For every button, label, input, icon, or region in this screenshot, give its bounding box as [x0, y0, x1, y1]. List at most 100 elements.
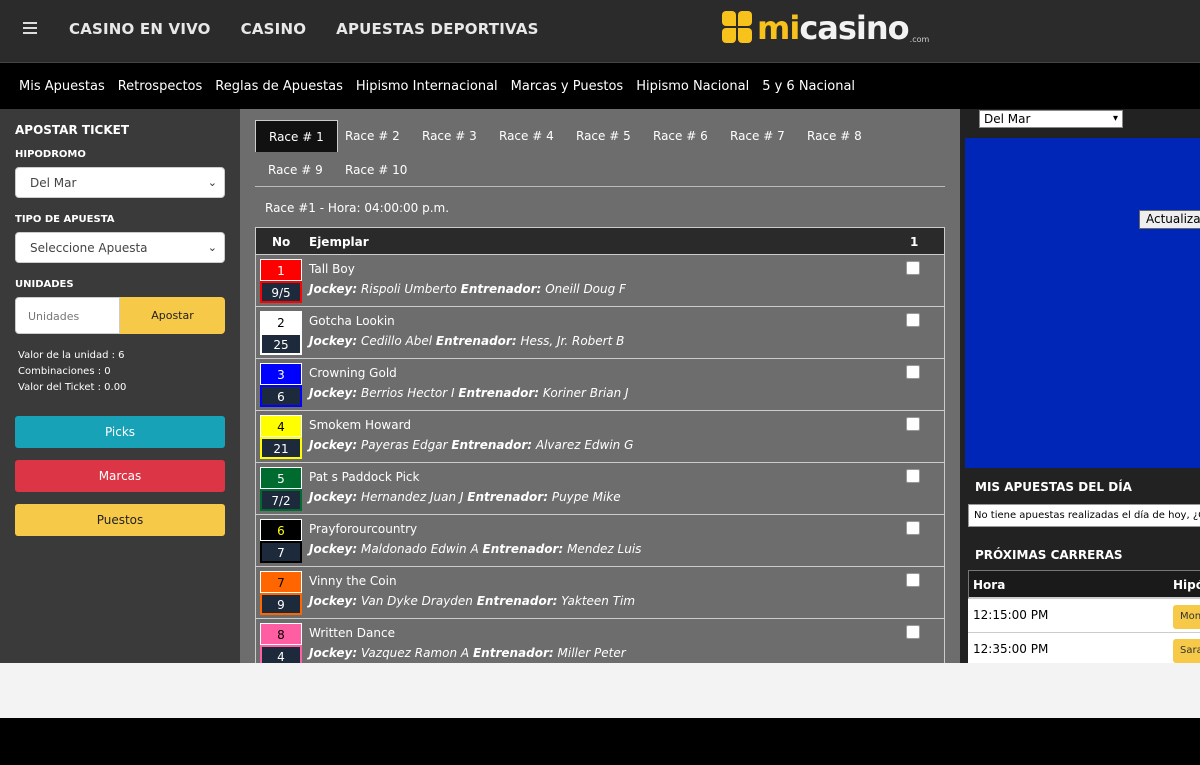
subnav-5y6-nacional[interactable]: 5 y 6 Nacional: [762, 79, 855, 94]
trainer-name: Oneill Doug F: [545, 282, 626, 296]
tipo-label: TIPO DE APUESTA: [15, 214, 115, 225]
proximas-table: Hora Hipó 12:15:00 PM Mon 12:35:00 PM Sa…: [968, 570, 1200, 663]
menu-icon[interactable]: [23, 22, 37, 34]
nav-casino-en-vivo[interactable]: CASINO EN VIVO: [69, 20, 211, 38]
table-row: 5 7/2 Pat s Paddock Pick Jockey: Hernandez …: [256, 463, 944, 515]
jockey-trainer: Jockey: Rispoli Umberto Entrenador: Onei…: [309, 282, 626, 296]
proximas-header: Hora Hipó: [968, 570, 1200, 599]
nav-casino[interactable]: CASINO: [241, 20, 307, 38]
select-checkbox[interactable]: [906, 625, 920, 639]
apostar-button[interactable]: Apostar: [120, 297, 225, 334]
video-hipodromo-select[interactable]: Del Mar ▾: [979, 110, 1123, 128]
nav-apuestas-deportivas[interactable]: APUESTAS DEPORTIVAS: [336, 20, 538, 38]
proxima-track-button[interactable]: Sara: [1173, 639, 1200, 663]
jockey-trainer: Jockey: Berrios Hector I Entrenador: Kor…: [309, 386, 629, 400]
puestos-button[interactable]: Puestos: [15, 504, 225, 536]
jockey-label: Jockey:: [309, 334, 358, 348]
trainer-label: Entrenador:: [460, 282, 542, 296]
tab-race-1[interactable]: Race # 1: [255, 120, 338, 152]
tab-race-5[interactable]: Race # 5: [563, 120, 644, 152]
trainer-name: Yakteen Tim: [561, 594, 636, 608]
jockey-trainer: Jockey: Maldonado Edwin A Entrenador: Me…: [309, 542, 641, 556]
subnav-mis-apuestas[interactable]: Mis Apuestas: [19, 79, 105, 94]
jockey-name: Van Dyke Drayden: [360, 594, 473, 608]
hipodromo-value: Del Mar: [30, 176, 77, 190]
valor-unidad: Valor de la unidad : 6: [18, 350, 125, 361]
jockey-label: Jockey:: [309, 646, 358, 660]
select-checkbox[interactable]: [906, 521, 920, 535]
tab-race-10[interactable]: Race # 10: [332, 154, 420, 186]
subnav-reglas[interactable]: Reglas de Apuestas: [215, 79, 343, 94]
proxima-track-button[interactable]: Mon: [1173, 605, 1200, 629]
top-nav: CASINO EN VIVO CASINO APUESTAS DEPORTIVA…: [69, 20, 539, 38]
tab-race-7[interactable]: Race # 7: [717, 120, 798, 152]
select-checkbox[interactable]: [906, 573, 920, 587]
chevron-down-icon: ⌄: [207, 176, 217, 189]
actualizar-button[interactable]: Actualizar: [1139, 210, 1200, 229]
hipodromo-select[interactable]: Del Mar ⌄: [15, 167, 225, 198]
program-number: 79: [260, 571, 302, 615]
saddle-number: 6: [260, 519, 302, 541]
col-hora: Hora: [973, 578, 1006, 592]
jockey-label: Jockey:: [309, 490, 358, 504]
saddle-number: 2: [260, 311, 302, 333]
tab-race-4[interactable]: Race # 4: [486, 120, 567, 152]
program-number: 2 25: [260, 311, 302, 355]
select-checkbox[interactable]: [906, 365, 920, 379]
saddle-number: 4: [260, 415, 302, 437]
select-checkbox[interactable]: [906, 261, 920, 275]
subnav-retrospectos[interactable]: Retrospectos: [118, 79, 203, 94]
select-checkbox[interactable]: [906, 469, 920, 483]
trainer-name: Miller Peter: [557, 646, 626, 660]
jockey-label: Jockey:: [309, 542, 358, 556]
chevron-down-icon: ▾: [1112, 113, 1118, 124]
jockey-name: Rispoli Umberto: [360, 282, 457, 296]
sub-nav: Mis Apuestas Retrospectos Reglas de Apue…: [0, 64, 1200, 109]
jockey-label: Jockey:: [309, 282, 358, 296]
program-number: 36: [260, 363, 302, 407]
trainer-label: Entrenador:: [482, 542, 564, 556]
subnav-marcas-puestos[interactable]: Marcas y Puestos: [511, 79, 624, 94]
horse-name: Written Dance: [309, 626, 395, 640]
tipo-apuesta-select[interactable]: Seleccione Apuesta ⌄: [15, 232, 225, 263]
jockey-name: Cedillo Abel: [360, 334, 433, 348]
odds: 6: [260, 385, 302, 407]
mis-apuestas-message: No tiene apuestas realizadas el día de h…: [968, 504, 1200, 527]
tab-race-3[interactable]: Race # 3: [409, 120, 490, 152]
picks-button[interactable]: Picks: [15, 416, 225, 448]
table-row: 6 7 Prayforourcountry Jockey: Maldonado Edw…: [256, 515, 944, 567]
table-row: 3 6 Crowning Gold Jockey: Berrios Hector I …: [256, 359, 944, 411]
jockey-trainer: Jockey: Vazquez Ramon A Entrenador: Mill…: [309, 646, 626, 660]
tab-race-8[interactable]: Race # 8: [794, 120, 875, 152]
table-row: 2 25 Gotcha Lookin Jockey: Cedillo Abel Ent…: [256, 307, 944, 359]
marcas-button[interactable]: Marcas: [15, 460, 225, 492]
col-hipodromo: Hipó: [1173, 578, 1200, 592]
tab-race-9[interactable]: Race # 9: [255, 154, 336, 186]
trainer-name: Puype Mike: [551, 490, 621, 504]
trainer-name: Alvarez Edwin G: [535, 438, 634, 452]
tipo-value: Seleccione Apuesta: [30, 241, 148, 255]
subnav-hipismo-nacional[interactable]: Hipismo Nacional: [636, 79, 749, 94]
valor-ticket: Valor del Ticket : 0.00: [18, 382, 127, 393]
table-row: 8 4 Written Dance Jockey: Vazquez Ramon A E…: [256, 619, 944, 663]
micasino-logo[interactable]: mi casino .com: [722, 10, 929, 46]
subnav-hipismo-internacional[interactable]: Hipismo Internacional: [356, 79, 498, 94]
tab-race-6[interactable]: Race # 6: [640, 120, 721, 152]
race-header: Race #1 - Hora: 04:00:00 p.m.: [265, 201, 450, 215]
horse-name: Vinny the Coin: [309, 574, 397, 588]
unidades-input[interactable]: Unidades: [15, 297, 120, 334]
ticket-panel: APOSTAR TICKET HIPODROMO Del Mar ⌄ TIPO …: [0, 109, 240, 663]
jockey-trainer: Jockey: Payeras Edgar Entrenador: Alvare…: [309, 438, 633, 452]
col-ejemplar: Ejemplar: [309, 235, 369, 249]
tab-race-2[interactable]: Race # 2: [332, 120, 413, 152]
saddle-number: 5: [260, 467, 302, 489]
odds: 9: [260, 593, 302, 615]
odds: 9/5: [260, 281, 302, 303]
program-number: 67: [260, 519, 302, 563]
trainer-label: Entrenador:: [476, 594, 558, 608]
select-checkbox[interactable]: [906, 313, 920, 327]
table-row: 7 9 Vinny the Coin Jockey: Van Dyke Drayden…: [256, 567, 944, 619]
trainer-label: Entrenador:: [467, 490, 549, 504]
select-checkbox[interactable]: [906, 417, 920, 431]
video-player[interactable]: Actualizar: [965, 138, 1200, 468]
